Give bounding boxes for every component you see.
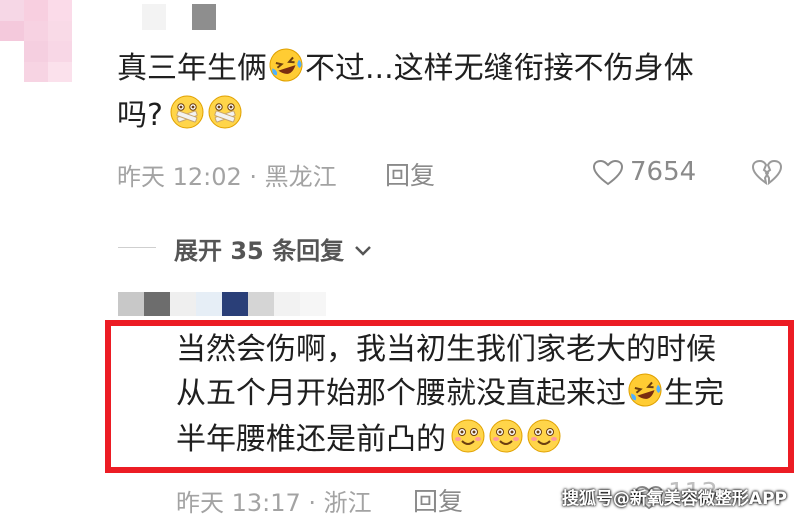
reply-text-line2: 从五个月开始那个腰就没直起来过 生完 xyxy=(176,372,724,414)
mouth-taped-emoji xyxy=(170,95,204,129)
expand-replies-button[interactable]: 展开 35 条回复 xyxy=(174,231,372,266)
replier-username[interactable] xyxy=(118,292,326,316)
expand-replies-label: 展开 35 条回复 xyxy=(174,237,345,265)
laughing-tears-emoji xyxy=(628,373,662,407)
blushing-smile-emoji xyxy=(527,419,561,453)
comment-text: 真三年生俩 不过...这样无缝衔接不伤身体 xyxy=(117,47,694,88)
comment-text-part2: 不过...这样无缝衔接不伤身体 xyxy=(305,51,694,86)
blushing-smile-emoji xyxy=(489,419,523,453)
commenter-username[interactable] xyxy=(142,4,216,30)
comment-reply-button[interactable]: 回复 xyxy=(385,156,435,192)
reply-text-line1: 当然会伤啊，我当初生我们家老大的时候 xyxy=(176,332,716,367)
expand-divider xyxy=(118,247,156,248)
reply-text-part2: 生完 xyxy=(664,376,724,411)
comment-meta: 昨天 12:02 · 黑龙江 xyxy=(117,163,337,191)
reply-reply-button[interactable]: 回复 xyxy=(413,482,463,518)
reply-text-part1: 从五个月开始那个腰就没直起来过 xyxy=(176,376,626,411)
comment-like-count: 7654 xyxy=(630,157,697,187)
reply-text-line3: 半年腰椎还是前凸的 xyxy=(176,418,563,460)
comment-text-part3: 吗? xyxy=(117,98,163,133)
chevron-down-icon xyxy=(355,246,372,256)
watermark: 搜狐号@新氧美容微整形APP xyxy=(561,489,787,509)
broken-heart-icon[interactable] xyxy=(752,160,782,186)
reply-text-part3: 半年腰椎还是前凸的 xyxy=(176,422,446,457)
heart-outline-icon[interactable] xyxy=(593,160,623,186)
commenter-avatar[interactable] xyxy=(0,0,96,82)
mouth-taped-emoji xyxy=(208,95,242,129)
comment-text-part1: 真三年生俩 xyxy=(117,51,267,86)
blushing-smile-emoji xyxy=(451,419,485,453)
laughing-tears-emoji xyxy=(269,48,303,82)
comment-text-line2: 吗? xyxy=(117,94,244,135)
reply-meta: 昨天 13:17 · 浙江 xyxy=(176,489,372,517)
